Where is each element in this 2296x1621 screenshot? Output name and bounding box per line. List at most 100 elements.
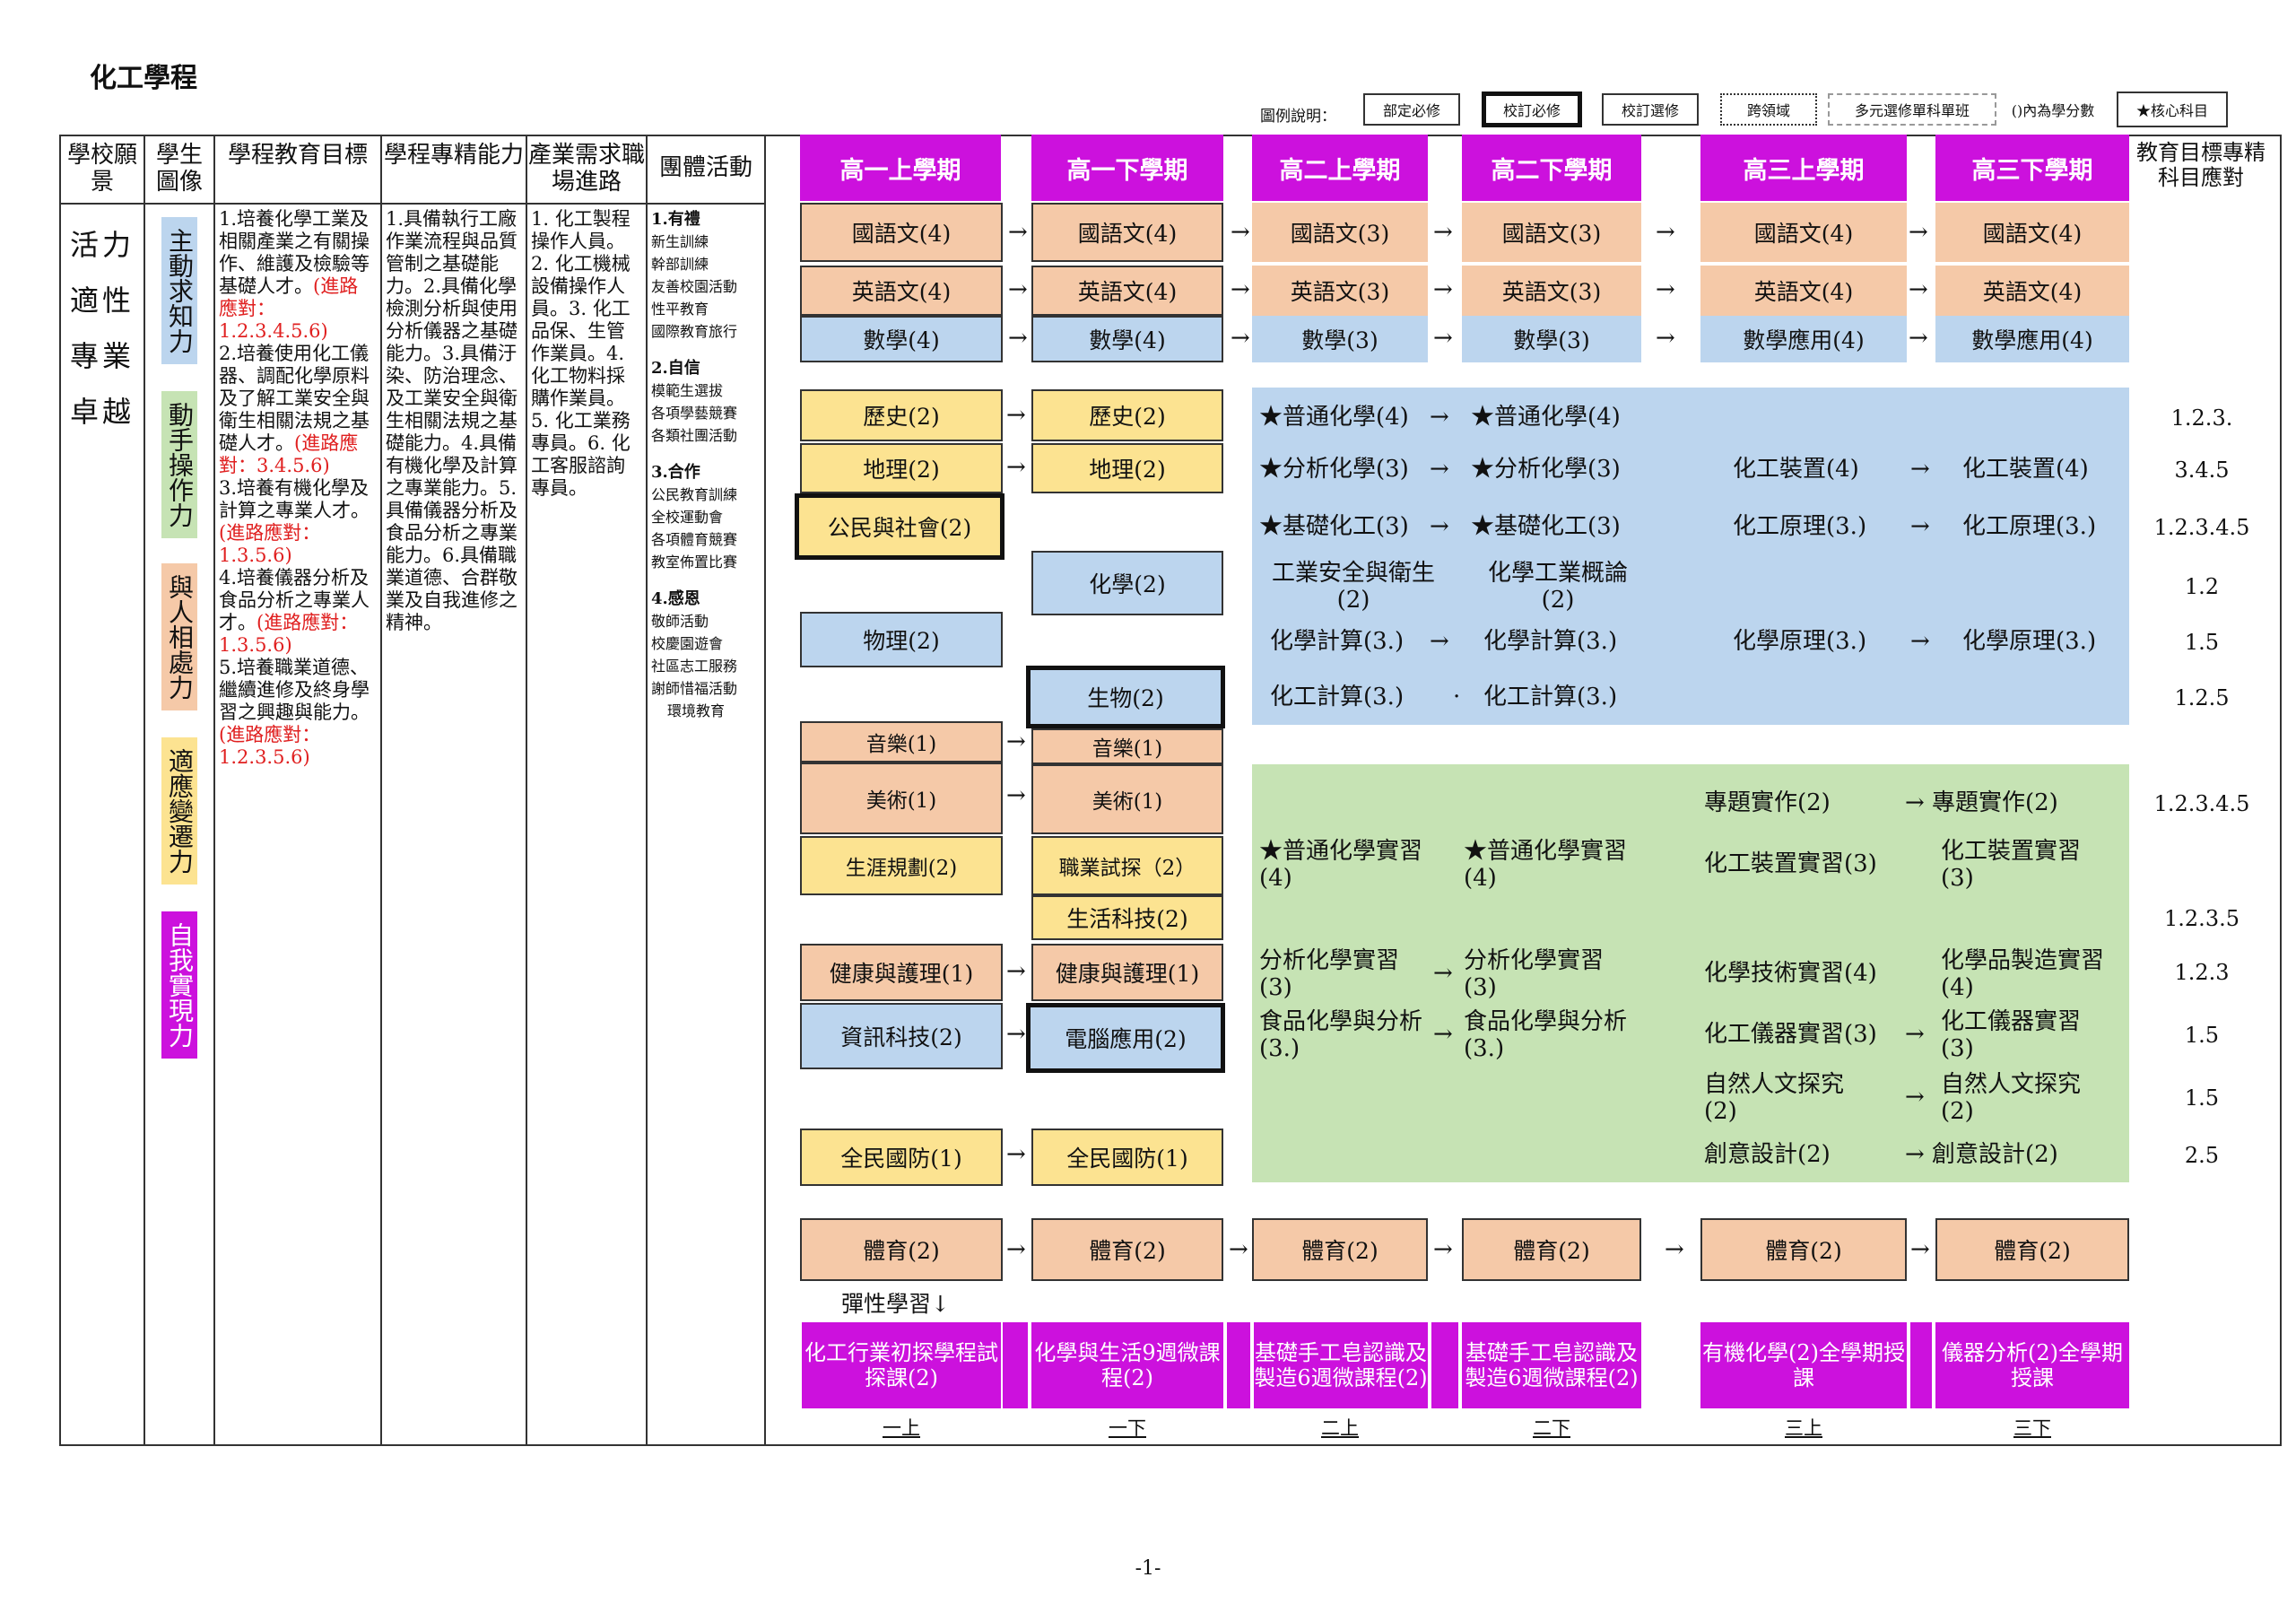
course-special-project: 專題實作(2) [1932, 789, 2058, 816]
course-general-chemistry: ★普通化學(4) [1259, 404, 1409, 431]
arrow: → [1231, 276, 1250, 303]
course-history: 歷史(2) [1031, 389, 1223, 441]
course-math: 數學(3) [1462, 316, 1641, 362]
course-creative-design: 創意設計(2) [1932, 1141, 2058, 1168]
course-music: 音樂(1) [800, 721, 1003, 763]
course-health: 健康與護理(1) [800, 944, 1003, 1001]
course-chinese: 國語文(4) [1935, 203, 2129, 262]
course-pe: 體育(2) [1462, 1218, 1641, 1281]
flex-course: 儀器分析(2)全學期授課 [1935, 1322, 2129, 1408]
header-abilities: 學程專精能力 [383, 142, 524, 169]
arrow: → [1433, 325, 1453, 352]
vision-item: 卓越 [70, 395, 135, 429]
arrow: → [1433, 960, 1453, 987]
legend-national-required: 部定必修 [1363, 93, 1460, 126]
divider [764, 135, 766, 1446]
arrow: → [1905, 789, 1925, 816]
arrow: → [1430, 513, 1449, 540]
course-art: 美術(1) [1031, 764, 1223, 834]
target-mapping: 1.5 [2184, 630, 2220, 655]
education-goals: 1.培養化學工業及相關產業之有關操作、維護及檢驗等基礎人才。(進路應對：1.2.… [219, 208, 377, 769]
dot-marker: · [1453, 684, 1461, 710]
activities-list: 1.有禮 新生訓練 幹部訓練 友善校園活動 性平教育 國際教育旅行 2.自信 模範生選拔… [651, 208, 762, 722]
trait-hands-on: 動手操作力 [161, 391, 197, 538]
divider [144, 135, 145, 1446]
course-math: 數學(3) [1252, 316, 1428, 362]
course-history: 歷史(2) [800, 389, 1003, 441]
flexible-learning-label: 彈性學習↓ [841, 1291, 950, 1317]
arrow: → [1231, 219, 1250, 246]
header-activities: 團體活動 [658, 154, 752, 181]
course-art: 美術(1) [800, 763, 1003, 834]
course-chemistry: 化學(2) [1031, 551, 1223, 615]
course-pe: 體育(2) [800, 1218, 1003, 1281]
arrow: → [1008, 219, 1028, 246]
arrow: → [1433, 276, 1453, 303]
legend-cross-domain: 跨領域 [1720, 93, 1817, 126]
target-mapping: 3.4.5 [2174, 458, 2230, 483]
arrow: → [1656, 276, 1675, 303]
course-chemistry-principles: 化學原理(3.) [1962, 628, 2097, 655]
course-chem-instrument-lab: 化工儀器實習(3) [1704, 1021, 1877, 1048]
course-analytical-chemistry: ★分析化學(3) [1259, 456, 1409, 483]
trait-active-learning: 主動求知力 [161, 217, 197, 364]
course-chem-instrument-lab: 化工儀器實習(3) [1941, 1008, 2082, 1062]
vision-item: 適性 [70, 283, 135, 318]
target-mapping: 1.2.5 [2174, 685, 2230, 710]
arrow: → [1006, 1021, 1026, 1048]
professional-subjects-panel [1252, 388, 2129, 725]
course-pe: 體育(2) [1031, 1218, 1223, 1281]
course-chemical-equipment: 化工裝置(4) [1962, 456, 2089, 483]
course-english: 英語文(4) [1935, 266, 2129, 316]
course-defense: 全民國防(1) [800, 1129, 1003, 1186]
course-basic-chem-eng: ★基礎化工(3) [1259, 513, 1409, 540]
target-mapping: 1.2.3. [2170, 405, 2233, 431]
semester-short-label: 三上 [1785, 1417, 1822, 1439]
semester-header: 高二下學期 [1462, 135, 1641, 201]
course-nature-humanities: 自然人文探究(2) [1941, 1071, 2082, 1125]
page-number: -1- [1135, 1557, 1161, 1580]
course-analytical-chemistry: ★分析化學(3) [1471, 456, 1621, 483]
course-civics: 公民與社會(2) [795, 493, 1004, 560]
course-basic-chem-eng: ★基礎化工(3) [1471, 513, 1621, 540]
course-chemistry-principles: 化學原理(3.) [1733, 628, 1867, 655]
course-food-chem-analysis: 食品化學與分析(3.) [1464, 1008, 1628, 1062]
course-geography: 地理(2) [1031, 443, 1223, 493]
arrow: → [1910, 1236, 1930, 1263]
course-analytical-chem-lab: 分析化學實習(3) [1464, 947, 1605, 1001]
course-chemical-equipment: 化工裝置(4) [1733, 456, 1859, 483]
target-mapping: 1.2.3.5 [2164, 906, 2239, 931]
course-chinese: 國語文(3) [1462, 203, 1641, 262]
course-chem-equipment-lab: 化工裝置實習(3) [1704, 850, 1877, 877]
arrow: → [1910, 456, 1930, 483]
course-english: 英語文(3) [1462, 266, 1641, 316]
flex-course: 基礎手工皂認識及製造6週微課程(2) [1254, 1322, 1428, 1408]
semester-short-label: 二下 [1533, 1417, 1570, 1439]
semester-header: 高三上學期 [1700, 135, 1907, 201]
course-chinese: 國語文(4) [1700, 203, 1907, 262]
vision-list: 活力 適性 專業 卓越 [70, 217, 142, 440]
semester-short-label: 二上 [1321, 1417, 1359, 1439]
legend-school-elective: 校訂選修 [1602, 93, 1699, 126]
target-mapping: 1.5 [2184, 1085, 2220, 1111]
course-chinese: 國語文(4) [1031, 203, 1223, 262]
course-living-technology: 生活科技(2) [1031, 895, 1223, 940]
course-music: 音樂(1) [1031, 728, 1223, 764]
course-physics: 物理(2) [800, 612, 1003, 667]
arrow: → [1905, 1141, 1925, 1168]
course-chem-eng-calculation: 化工計算(3.) [1483, 684, 1618, 710]
course-info-tech: 資訊科技(2) [800, 1003, 1003, 1069]
course-english: 英語文(3) [1252, 266, 1428, 316]
arrow: → [1229, 1236, 1248, 1263]
arrow: → [1909, 325, 1928, 352]
course-chemical-manufacturing-lab: 化學品製造實習(4) [1941, 947, 2105, 1001]
trait-self-realization: 自我實現力 [161, 911, 197, 1059]
target-header: 教育目標專精科目應對 [2136, 140, 2266, 190]
course-general-chem-lab: ★普通化學實習(4) [1464, 838, 1628, 892]
flex-course: 基礎手工皂認識及製造6週微課程(2) [1462, 1322, 1641, 1408]
arrow: → [1433, 1021, 1453, 1048]
divider [1910, 1322, 1932, 1408]
arrow: → [1006, 782, 1026, 809]
course-chem-equipment-lab: 化工裝置實習(3) [1941, 838, 2082, 892]
semester-header: 高一上學期 [800, 135, 1001, 201]
